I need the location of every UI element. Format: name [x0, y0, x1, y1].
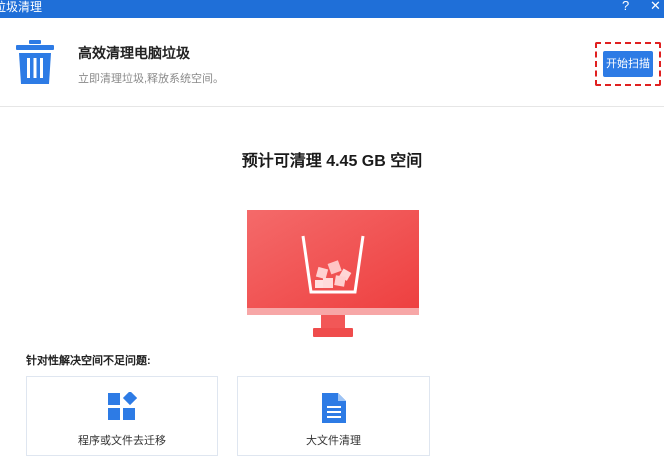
- section-label: 针对性解决空间不足问题:: [26, 355, 151, 367]
- start-scan-button[interactable]: 开始扫描: [603, 51, 653, 77]
- window-title: 垃圾清理: [0, 0, 43, 14]
- app-migration-card[interactable]: 程序或文件去迁移: [26, 376, 218, 456]
- monitor-trash-illustration: [247, 210, 419, 337]
- card-label-migration: 程序或文件去迁移: [78, 435, 166, 447]
- apps-grid-icon: [108, 392, 137, 420]
- close-button[interactable]: ✕: [650, 0, 661, 15]
- header-title: 高效清理电脑垃圾: [78, 45, 190, 61]
- document-icon: [321, 393, 346, 423]
- header: 高效清理电脑垃圾 立即清理垃圾,释放系统空间。 开始扫描: [0, 18, 664, 107]
- help-button[interactable]: ?: [622, 0, 629, 15]
- header-subtitle: 立即清理垃圾,释放系统空间。: [78, 73, 225, 85]
- estimate-text: 预计可清理 4.45 GB 空间: [241, 153, 423, 170]
- large-file-cleanup-card[interactable]: 大文件清理: [237, 376, 430, 456]
- title-bar: 垃圾清理 ? ✕: [0, 0, 664, 18]
- scan-button-highlight: 开始扫描: [595, 42, 661, 86]
- trash-icon: [16, 40, 54, 84]
- card-label-large-files: 大文件清理: [306, 435, 361, 447]
